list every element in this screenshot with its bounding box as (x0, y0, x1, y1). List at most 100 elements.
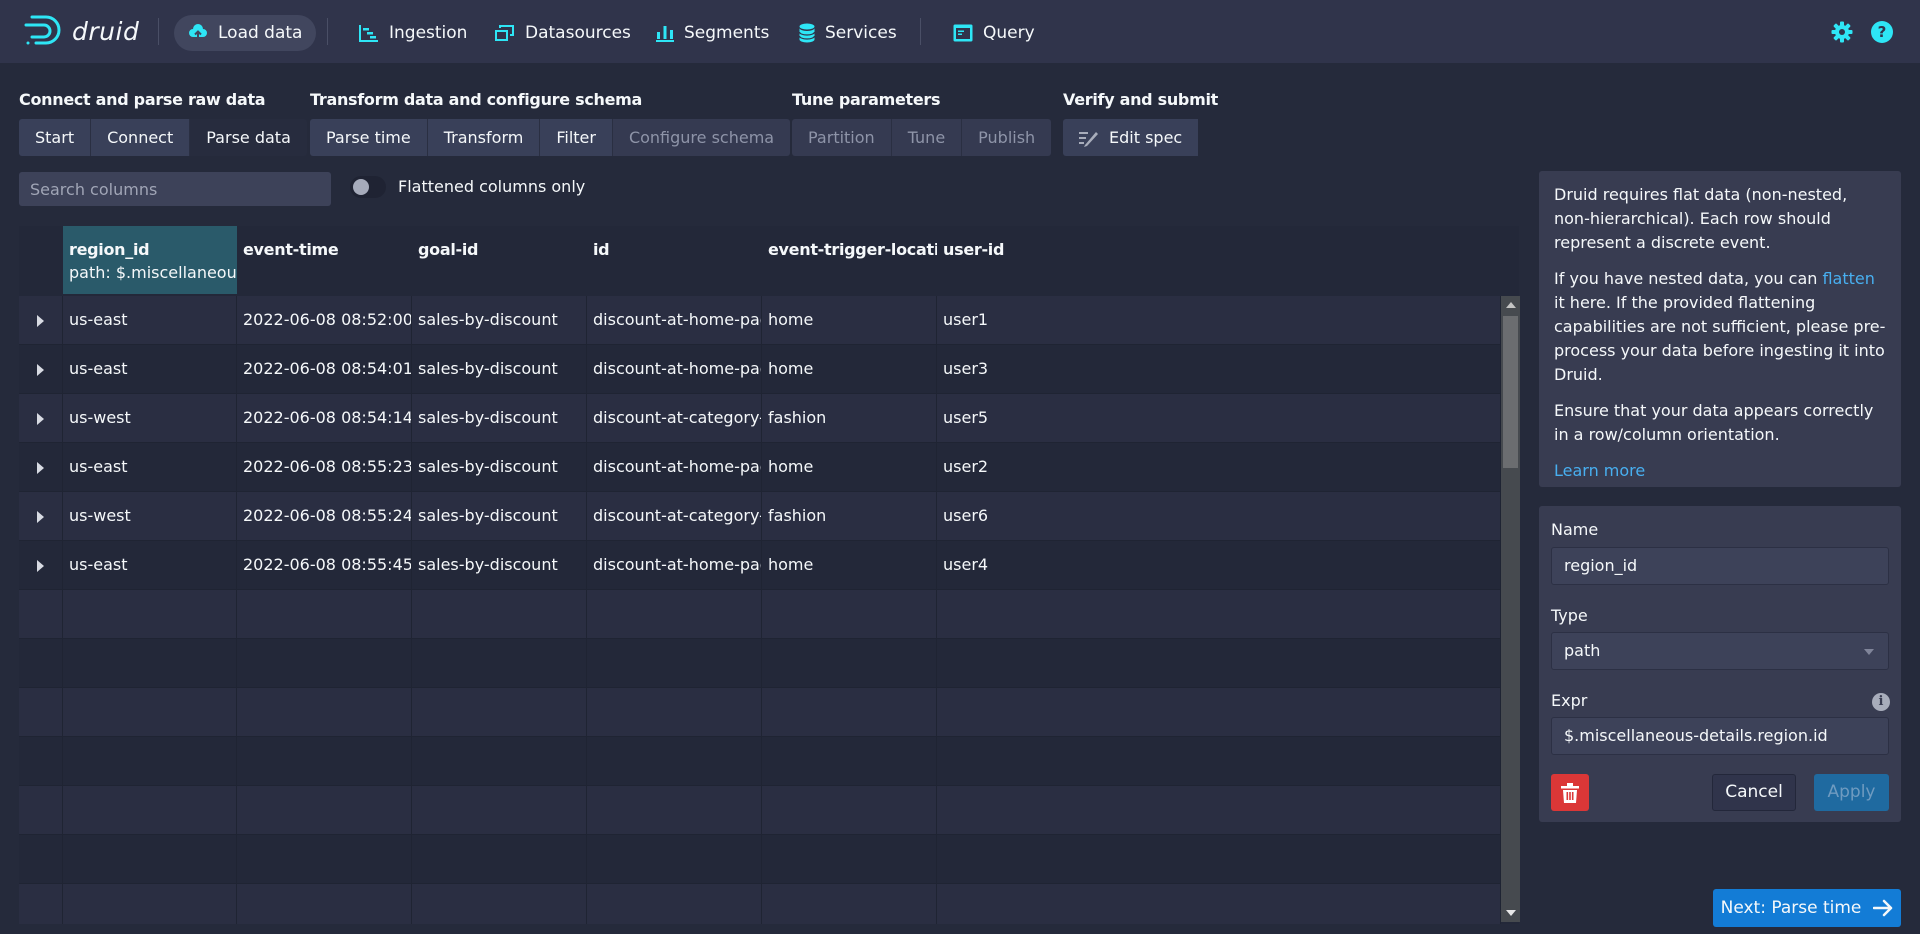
table-cell: home (762, 443, 937, 492)
table-cell (937, 835, 1501, 884)
column-header-region-id[interactable]: region_id path: $.miscellaneous (63, 226, 237, 294)
table-cell: user4 (937, 541, 1501, 590)
multi-select-icon (495, 25, 514, 41)
step-configure-schema[interactable]: Configure schema (612, 119, 791, 156)
nav-ingestion[interactable]: Ingestion (345, 15, 481, 51)
scroll-thumb[interactable] (1503, 316, 1518, 468)
database-icon (799, 23, 815, 43)
flattened-columns-label: Flattened columns only (398, 177, 586, 196)
cancel-button[interactable]: Cancel (1712, 774, 1796, 811)
info-icon[interactable]: i (1872, 693, 1890, 711)
druid-logo-icon (24, 15, 61, 45)
nav-query[interactable]: Query (939, 15, 1049, 51)
step-connect[interactable]: Connect (91, 119, 191, 156)
scroll-up-arrow-icon[interactable] (1506, 302, 1516, 308)
expr-input[interactable]: $.miscellaneous-details.region.id (1551, 717, 1889, 755)
table-cell (63, 688, 237, 737)
expand-row-button[interactable] (19, 296, 63, 345)
step-edit-spec-label: Edit spec (1109, 128, 1183, 147)
table-cell (762, 737, 937, 786)
expand-row-button (19, 737, 63, 786)
caret-right-icon (37, 559, 44, 572)
table-cell: user1 (937, 296, 1501, 345)
step-partition[interactable]: Partition (792, 119, 892, 156)
empty-table-row (19, 737, 1501, 786)
table-cell (587, 639, 762, 688)
nav-divider (327, 18, 328, 45)
table-cell: home (762, 296, 937, 345)
apply-button[interactable]: Apply (1814, 774, 1889, 811)
step-publish[interactable]: Publish (962, 119, 1052, 156)
step-start[interactable]: Start (19, 119, 92, 156)
column-header-event-time[interactable]: event-time (237, 226, 412, 294)
data-preview-table: region_id path: $.miscellaneous event-ti… (19, 226, 1519, 924)
step-parse-data[interactable]: Parse data (190, 119, 307, 156)
table-cell: sales-by-discount (412, 492, 587, 541)
table-cell (587, 835, 762, 884)
delete-button[interactable] (1551, 774, 1589, 811)
table-cell (762, 590, 937, 639)
empty-table-row (19, 639, 1501, 688)
table-cell: discount-at-home-pag (587, 296, 762, 345)
logo-text: druid (72, 16, 140, 46)
expand-row-button (19, 639, 63, 688)
expand-row-button (19, 835, 63, 884)
scroll-down-arrow-icon[interactable] (1506, 910, 1516, 916)
nav-label: Services (825, 23, 897, 43)
expand-row-button[interactable] (19, 541, 63, 590)
table-cell: home (762, 541, 937, 590)
flattened-columns-toggle[interactable] (350, 176, 386, 198)
next-parse-time-button[interactable]: Next: Parse time (1713, 889, 1901, 927)
expand-row-button[interactable] (19, 492, 63, 541)
druid-logo[interactable]: druid (24, 14, 139, 48)
expand-row-button[interactable] (19, 394, 63, 443)
type-select[interactable]: path (1551, 632, 1889, 670)
nav-datasources[interactable]: Datasources (481, 15, 645, 51)
nav-segments[interactable]: Segments (642, 15, 783, 51)
column-header-event-trigger-location[interactable]: event-trigger-location (762, 226, 937, 294)
nav-label: Load data (218, 23, 303, 43)
gear-icon[interactable] (1830, 20, 1854, 44)
caret-right-icon (37, 314, 44, 327)
expand-row-button (19, 884, 63, 924)
help-icon[interactable]: ? (1870, 20, 1894, 44)
table-cell (412, 639, 587, 688)
table-scrollbar[interactable] (1501, 296, 1520, 922)
step-group-verify: Verify and submit Edit spec (1063, 90, 1218, 156)
step-filter[interactable]: Filter (540, 119, 613, 156)
table-cell: 2022-06-08 08:54:01.1 (237, 345, 412, 394)
flatten-link[interactable]: flatten (1822, 269, 1874, 288)
empty-table-row (19, 590, 1501, 639)
column-header-id[interactable]: id (587, 226, 762, 294)
column-header-goal-id[interactable]: goal-id (412, 226, 587, 294)
step-transform[interactable]: Transform (427, 119, 541, 156)
table-cell: sales-by-discount (412, 296, 587, 345)
table-cell: us-east (63, 296, 237, 345)
expand-row-button (19, 688, 63, 737)
table-cell: user5 (937, 394, 1501, 443)
table-cell: fashion (762, 394, 937, 443)
nav-load-data[interactable]: Load data (174, 15, 317, 51)
step-tune[interactable]: Tune (891, 119, 963, 156)
column-header-user-id[interactable]: user-id (937, 226, 1112, 294)
expand-row-button[interactable] (19, 345, 63, 394)
expr-label: Expr (1551, 691, 1588, 710)
table-cell (412, 884, 587, 924)
nav-services[interactable]: Services (785, 15, 911, 51)
step-parse-time[interactable]: Parse time (310, 119, 428, 156)
table-cell: discount-at-home-pag (587, 443, 762, 492)
expand-row-button[interactable] (19, 443, 63, 492)
table-cell (937, 884, 1501, 924)
table-cell (587, 590, 762, 639)
name-input[interactable]: region_id (1551, 547, 1889, 585)
table-row: us-east 2022-06-08 08:55:45.2 sales-by-dis… (19, 541, 1501, 590)
learn-more-link[interactable]: Learn more (1554, 461, 1645, 480)
info-paragraph: Ensure that your data appears correctly … (1554, 401, 1874, 444)
table-cell (63, 737, 237, 786)
step-edit-spec[interactable]: Edit spec (1063, 119, 1199, 156)
table-cell: us-west (63, 492, 237, 541)
search-columns-input[interactable] (19, 172, 331, 206)
table-cell (237, 835, 412, 884)
table-row: us-east 2022-06-08 08:54:01.1 sales-by-dis… (19, 345, 1501, 394)
caret-right-icon (37, 461, 44, 474)
